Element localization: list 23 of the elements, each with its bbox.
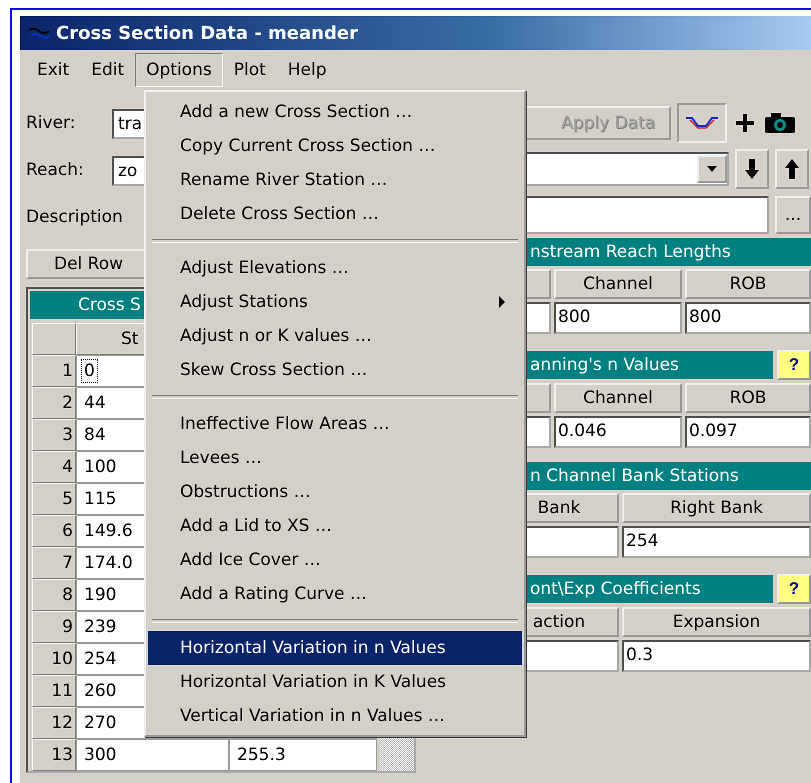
row-number: 11 <box>32 675 76 707</box>
row-number: 10 <box>32 643 76 675</box>
column-header: ROB <box>685 383 811 413</box>
column-header: Channel <box>554 269 682 299</box>
description-label: Description <box>26 206 123 229</box>
reach-label: Reach: <box>26 158 85 182</box>
column-header: ROB <box>685 269 811 299</box>
column-header: Channel <box>554 383 682 413</box>
row-number: 3 <box>32 419 76 451</box>
column-header: Expansion <box>622 607 811 637</box>
column-header: Right Bank <box>622 493 811 523</box>
river-label: River: <box>26 112 76 135</box>
row-number: 5 <box>32 483 76 515</box>
row-number: 9 <box>32 611 76 643</box>
row-number: 2 <box>32 387 76 419</box>
row-number: 12 <box>32 707 76 739</box>
row-number: 4 <box>32 451 76 483</box>
row-number: 13 <box>32 739 76 771</box>
window-title: Cross Section Data - meander <box>56 22 358 44</box>
row-number: 6 <box>32 515 76 547</box>
row-number: 8 <box>32 579 76 611</box>
row-number: 7 <box>32 547 76 579</box>
row-number: 1 <box>32 355 76 387</box>
